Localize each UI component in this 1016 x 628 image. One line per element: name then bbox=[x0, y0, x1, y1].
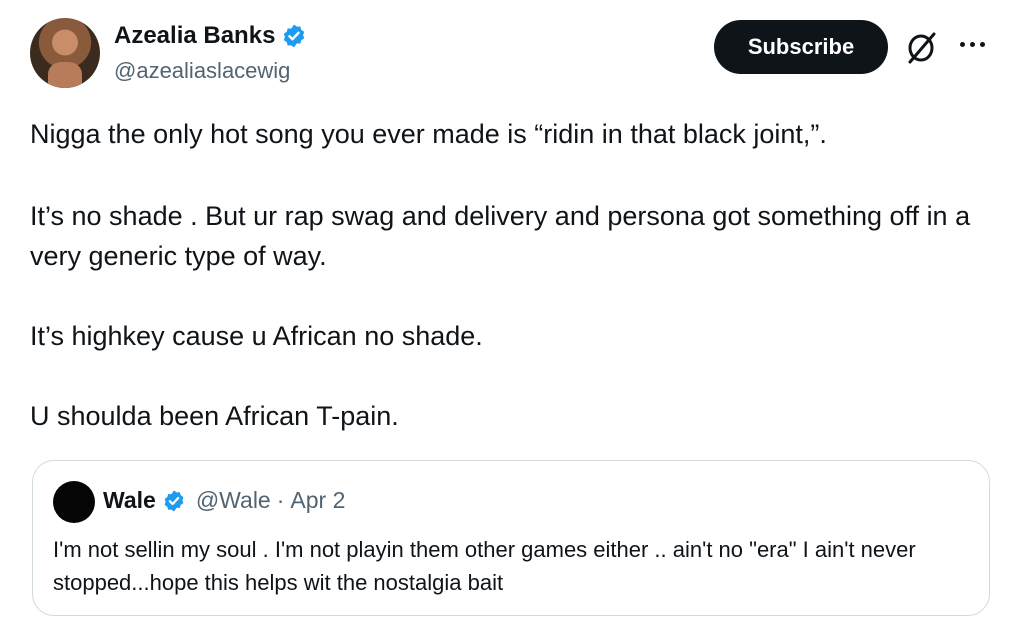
quoted-tweet[interactable]: Wale @Wale · Apr 2 I'm not sellin my sou… bbox=[32, 460, 990, 616]
grok-icon[interactable] bbox=[902, 28, 940, 66]
subscribe-button[interactable]: Subscribe bbox=[714, 20, 888, 74]
author-name[interactable]: Azealia Banks bbox=[114, 22, 275, 50]
quoted-author-name[interactable]: Wale bbox=[103, 487, 156, 514]
author-name-row: Azealia Banks bbox=[114, 22, 307, 50]
author-avatar[interactable] bbox=[30, 18, 100, 88]
quoted-tweet-header: Wale @Wale · Apr 2 bbox=[103, 487, 345, 514]
quoted-tweet-text: I'm not sellin my soul . I'm not playin … bbox=[53, 537, 916, 595]
quoted-author-handle[interactable]: @Wale bbox=[196, 487, 271, 514]
verified-badge-icon bbox=[284, 24, 305, 48]
tweet-paragraph: It’s highkey cause u African no shade. bbox=[30, 321, 483, 351]
quoted-tweet-date[interactable]: Apr 2 bbox=[290, 487, 345, 514]
tweet-paragraph: U shoulda been African T-pain. bbox=[30, 401, 399, 431]
tweet-paragraph: It’s no shade . But ur rap swag and deli… bbox=[30, 201, 971, 271]
tweet-paragraph: Nigga the only hot song you ever made is… bbox=[30, 119, 827, 149]
separator-dot: · bbox=[276, 487, 285, 513]
author-handle[interactable]: @azealiaslacewig bbox=[114, 58, 290, 84]
verified-badge-icon bbox=[164, 490, 184, 511]
quoted-author-avatar[interactable] bbox=[53, 481, 95, 523]
more-options-icon[interactable] bbox=[960, 34, 994, 54]
